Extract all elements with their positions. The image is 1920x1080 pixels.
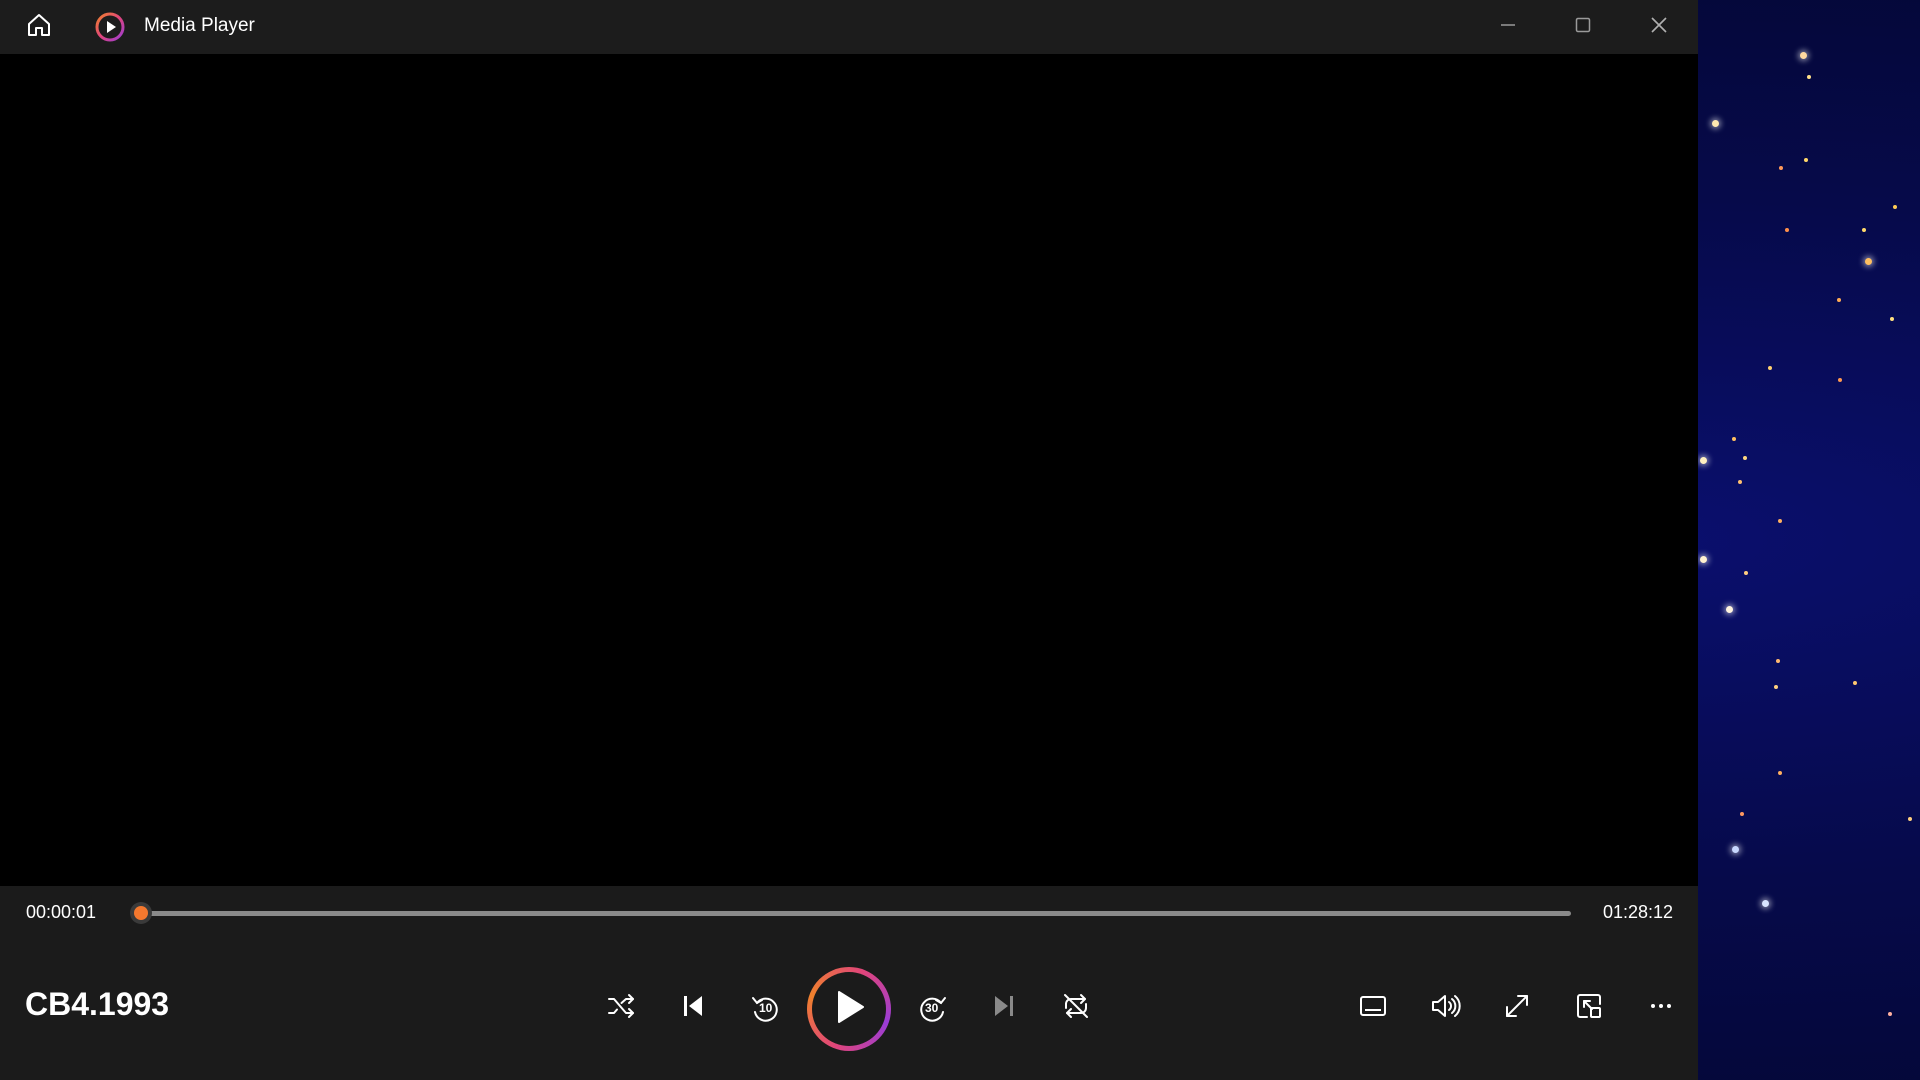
- current-time: 00:00:01: [26, 902, 97, 922]
- maximize-button[interactable]: [1553, 8, 1613, 46]
- star: [1762, 900, 1769, 907]
- star: [1743, 456, 1747, 460]
- minimize-button[interactable]: [1478, 8, 1538, 46]
- home-icon: [25, 11, 53, 43]
- captions-button[interactable]: [1350, 985, 1396, 1031]
- close-button[interactable]: [1629, 8, 1689, 46]
- star: [1862, 228, 1866, 232]
- star: [1804, 158, 1808, 162]
- star: [1779, 166, 1783, 170]
- miniplayer-button[interactable]: [1566, 985, 1612, 1031]
- next-icon: [989, 991, 1019, 1025]
- star: [1908, 817, 1912, 821]
- skip-forward-label: 30: [925, 1001, 939, 1015]
- miniplayer-icon: [1574, 991, 1604, 1025]
- previous-icon: [678, 991, 708, 1025]
- repeat-off-icon: [1060, 990, 1092, 1026]
- star: [1732, 437, 1736, 441]
- star: [1807, 75, 1811, 79]
- close-icon: [1649, 15, 1669, 39]
- fullscreen-icon: [1502, 991, 1532, 1025]
- star: [1837, 298, 1841, 302]
- star: [1740, 812, 1744, 816]
- star: [1778, 519, 1782, 523]
- next-button[interactable]: [981, 985, 1027, 1031]
- media-player-window: Media Player 00:00:01 01:28:12 CB4.1993: [0, 0, 1698, 1080]
- more-options-button[interactable]: [1638, 985, 1684, 1031]
- star: [1865, 258, 1872, 265]
- star: [1712, 120, 1719, 127]
- star: [1700, 556, 1707, 563]
- skip-forward-button[interactable]: 30: [910, 985, 956, 1031]
- star: [1888, 1012, 1892, 1016]
- star: [1890, 317, 1894, 321]
- star: [1785, 228, 1789, 232]
- fullscreen-button[interactable]: [1494, 985, 1540, 1031]
- play-button[interactable]: [807, 967, 891, 1051]
- repeat-button[interactable]: [1053, 985, 1099, 1031]
- shuffle-icon: [606, 991, 636, 1025]
- more-icon: [1646, 991, 1676, 1025]
- star: [1776, 659, 1780, 663]
- shuffle-button[interactable]: [598, 985, 644, 1031]
- video-area[interactable]: [0, 54, 1698, 886]
- media-player-app-icon: [95, 12, 125, 42]
- skip-back-icon: 10: [749, 992, 781, 1024]
- skip-back-button[interactable]: 10: [742, 985, 788, 1031]
- star: [1838, 378, 1842, 382]
- home-button[interactable]: [22, 12, 56, 42]
- play-button-inner: [812, 972, 886, 1046]
- play-icon: [832, 989, 866, 1029]
- star: [1732, 846, 1739, 853]
- app-title: Media Player: [144, 15, 255, 36]
- star: [1778, 771, 1782, 775]
- skip-forward-icon: 30: [917, 992, 949, 1024]
- star: [1893, 205, 1897, 209]
- volume-icon: [1429, 990, 1461, 1026]
- seek-bar[interactable]: [141, 911, 1571, 916]
- star: [1774, 685, 1778, 689]
- star: [1768, 366, 1772, 370]
- minimize-icon: [1499, 16, 1517, 38]
- title-bar: Media Player: [0, 0, 1698, 54]
- maximize-icon: [1574, 16, 1592, 38]
- star: [1700, 457, 1707, 464]
- star: [1738, 480, 1742, 484]
- seek-thumb-fill: [134, 906, 149, 920]
- star: [1853, 681, 1857, 685]
- total-time: 01:28:12: [1603, 902, 1674, 922]
- star: [1726, 606, 1733, 613]
- captions-icon: [1358, 991, 1388, 1025]
- skip-back-label: 10: [759, 1001, 773, 1015]
- volume-button[interactable]: [1422, 985, 1468, 1031]
- media-title: CB4.1993: [25, 986, 170, 1022]
- previous-button[interactable]: [670, 985, 716, 1031]
- star: [1744, 571, 1748, 575]
- star: [1800, 52, 1807, 59]
